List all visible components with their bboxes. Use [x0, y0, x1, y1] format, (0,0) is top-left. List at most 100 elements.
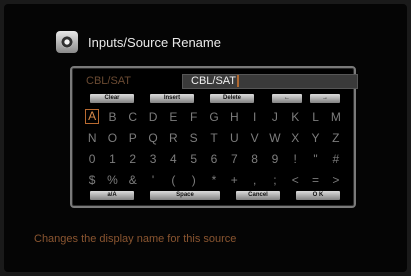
current-name-label: CBL/SAT — [86, 75, 132, 87]
ok-button[interactable]: O K — [296, 191, 340, 200]
keyboard-key[interactable]: Q — [143, 127, 163, 148]
keyboard-key[interactable]: ' — [143, 169, 163, 190]
keyboard-key-label: 6 — [210, 151, 218, 166]
keyboard-key[interactable]: G — [204, 106, 224, 127]
cursor-left-button[interactable]: ← — [272, 94, 302, 103]
keyboard-key[interactable]: > — [326, 169, 346, 190]
header: Inputs/Source Rename — [56, 30, 221, 54]
keyboard-key[interactable]: K — [285, 106, 305, 127]
keyboard-key-label: M — [330, 109, 341, 124]
cancel-button[interactable]: Cancel — [236, 191, 280, 200]
keyboard-key[interactable]: F — [184, 106, 204, 127]
keyboard-key[interactable]: < — [285, 169, 305, 190]
keyboard-key-label: Z — [332, 130, 340, 145]
rename-panel: CBL/SAT CBL/SAT Clear Insert Delete ← → … — [70, 66, 358, 208]
keyboard-key[interactable]: ) — [184, 169, 204, 190]
text-cursor — [237, 75, 240, 88]
keyboard-key-label: $ — [88, 172, 96, 187]
keyboard-key[interactable]: C — [123, 106, 143, 127]
keyboard-key[interactable]: 9 — [265, 148, 285, 169]
keyboard-key-label: < — [291, 172, 299, 187]
case-toggle-button[interactable]: a/A — [90, 191, 134, 200]
keyboard-key-label: # — [332, 151, 340, 166]
keyboard-key[interactable]: ( — [163, 169, 183, 190]
keyboard-key[interactable]: 4 — [163, 148, 183, 169]
keyboard-key-label: ) — [191, 172, 196, 187]
keyboard-key[interactable]: W — [265, 127, 285, 148]
keyboard-key[interactable]: 3 — [143, 148, 163, 169]
name-row: CBL/SAT CBL/SAT — [82, 74, 358, 90]
keyboard-key[interactable]: = — [305, 169, 325, 190]
keyboard-key[interactable]: Y — [305, 127, 325, 148]
keyboard-key[interactable]: O — [102, 127, 122, 148]
keyboard-key-label: = — [312, 172, 320, 187]
keyboard-key-label: ; — [273, 172, 277, 187]
keyboard-key-label: T — [210, 130, 218, 145]
keyboard-key[interactable]: U — [224, 127, 244, 148]
keyboard-key-label: + — [230, 172, 238, 187]
keyboard-key-label: R — [169, 130, 178, 145]
insert-button[interactable]: Insert — [150, 94, 194, 103]
cursor-right-button[interactable]: → — [310, 94, 340, 103]
keyboard-key-label: L — [312, 109, 319, 124]
keyboard-key[interactable]: + — [224, 169, 244, 190]
name-input[interactable]: CBL/SAT — [182, 74, 358, 89]
keyboard-key[interactable]: R — [163, 127, 183, 148]
keyboard-key[interactable]: * — [204, 169, 224, 190]
keyboard-key[interactable]: M — [326, 106, 346, 127]
keyboard-key[interactable]: , — [244, 169, 264, 190]
keyboard-key[interactable]: P — [123, 127, 143, 148]
keyboard-key-label: S — [189, 130, 198, 145]
speaker-icon — [56, 31, 78, 53]
keyboard-key[interactable]: " — [305, 148, 325, 169]
keyboard-key-label: U — [229, 130, 239, 145]
keyboard-key-label: * — [211, 172, 217, 187]
keyboard-key[interactable]: H — [224, 106, 244, 127]
keyboard-key[interactable]: J — [265, 106, 285, 127]
keyboard-key[interactable]: 2 — [123, 148, 143, 169]
keyboard-key-label: I — [252, 109, 257, 124]
keyboard-key-label: K — [291, 109, 300, 124]
keyboard-key-label: " — [313, 151, 318, 166]
keyboard-key-label: 1 — [109, 151, 116, 166]
keyboard-key[interactable]: V — [244, 127, 264, 148]
keyboard-key[interactable]: Z — [326, 127, 346, 148]
keyboard-key-label: Q — [148, 130, 158, 145]
keyboard-key-label: ! — [293, 151, 297, 166]
keyboard-key-label: 7 — [230, 151, 238, 166]
keyboard-key[interactable]: # — [326, 148, 346, 169]
keyboard-key[interactable]: & — [123, 169, 143, 190]
keyboard-key[interactable]: X — [285, 127, 305, 148]
name-input-value: CBL/SAT — [191, 75, 237, 87]
keyboard-key-label: 5 — [190, 151, 198, 166]
keyboard-key[interactable]: ; — [265, 169, 285, 190]
keyboard-key-label: D — [148, 109, 158, 124]
keyboard-key[interactable]: 5 — [184, 148, 204, 169]
keyboard-key[interactable]: 8 — [244, 148, 264, 169]
clear-button[interactable]: Clear — [90, 94, 134, 103]
keyboard-key-label: Y — [311, 130, 320, 145]
delete-button[interactable]: Delete — [210, 94, 254, 103]
keyboard-key[interactable]: 7 — [224, 148, 244, 169]
keyboard-key-label: % — [107, 172, 118, 187]
keyboard-key-label: 0 — [88, 151, 96, 166]
keyboard-key[interactable]: E — [163, 106, 183, 127]
keyboard-key[interactable]: $ — [82, 169, 102, 190]
keyboard-key[interactable]: ! — [285, 148, 305, 169]
keyboard-key[interactable]: 0 — [82, 148, 102, 169]
keyboard-key[interactable]: N — [82, 127, 102, 148]
keyboard-key[interactable]: B — [102, 106, 122, 127]
space-button[interactable]: Space — [150, 191, 220, 200]
keyboard-key[interactable]: 1 — [102, 148, 122, 169]
keyboard-key[interactable]: A — [82, 106, 102, 127]
keyboard-key[interactable]: T — [204, 127, 224, 148]
keyboard-key-label: & — [128, 172, 137, 187]
keyboard-key[interactable]: % — [102, 169, 122, 190]
keyboard-key[interactable]: 6 — [204, 148, 224, 169]
keyboard-key[interactable]: S — [184, 127, 204, 148]
keyboard-key[interactable]: I — [244, 106, 264, 127]
keyboard-key[interactable]: D — [143, 106, 163, 127]
keyboard-key-label: 4 — [170, 151, 177, 166]
keyboard-key[interactable]: L — [305, 106, 325, 127]
keyboard-key-label: P — [128, 130, 137, 145]
